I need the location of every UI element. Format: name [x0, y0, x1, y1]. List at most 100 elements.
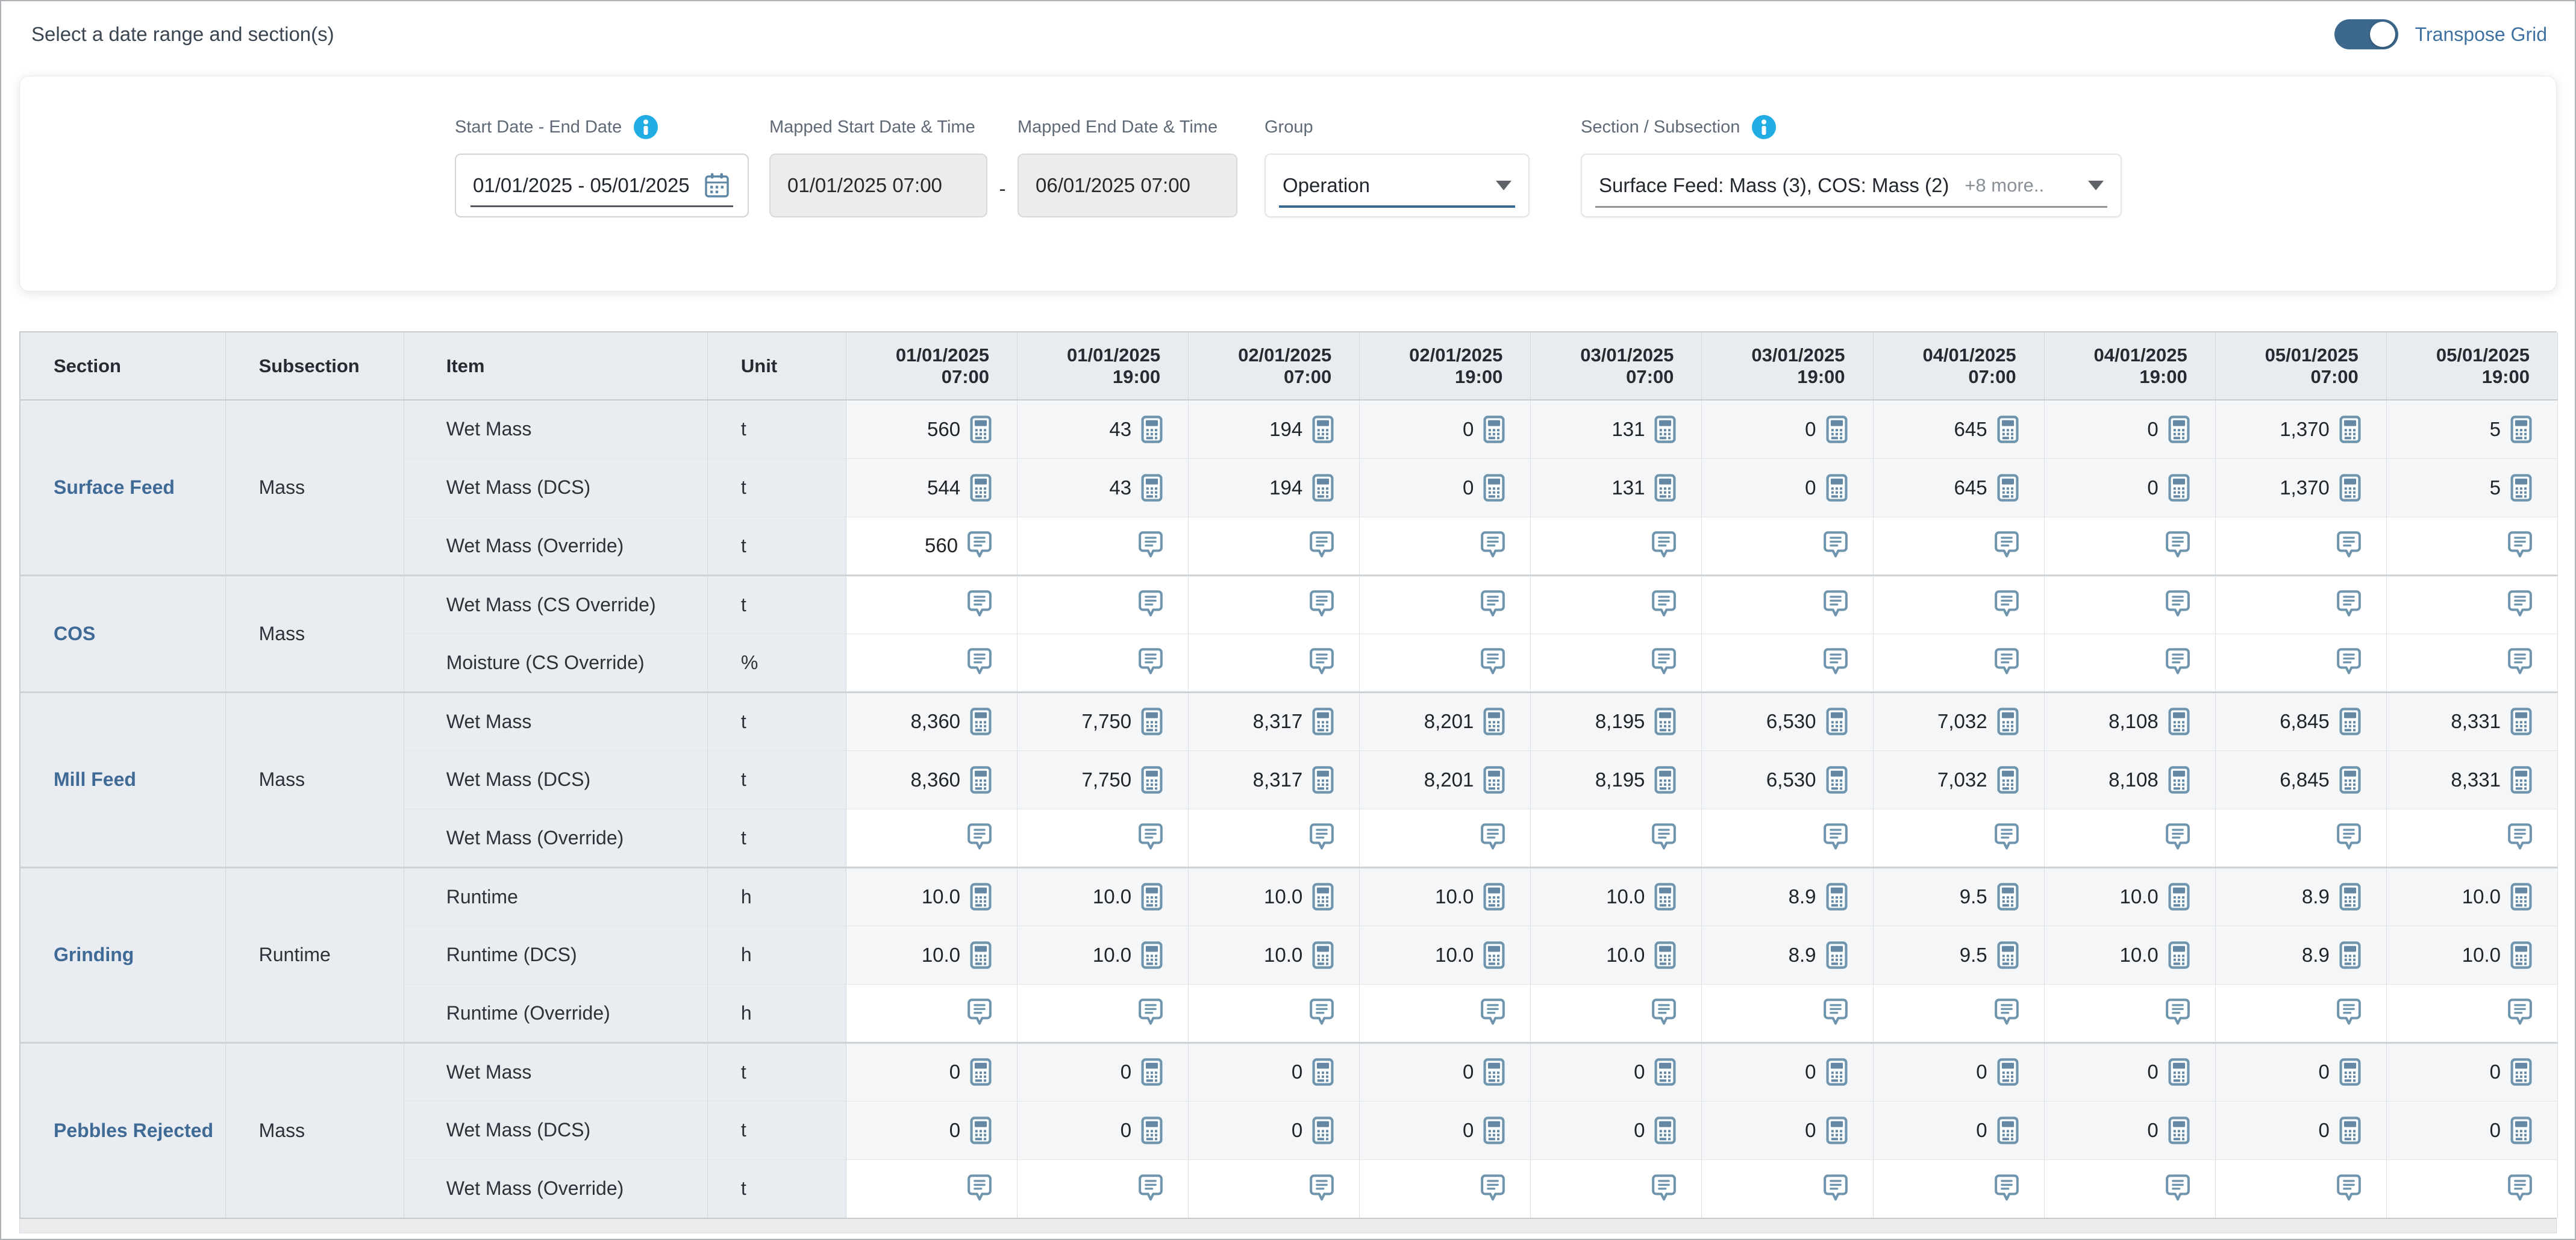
note-icon[interactable]: [1995, 999, 2019, 1027]
calculator-icon[interactable]: [2339, 766, 2361, 794]
value-cell[interactable]: 7,032: [1873, 750, 2044, 809]
calculator-icon[interactable]: [2339, 708, 2361, 735]
note-icon[interactable]: [1310, 823, 1334, 852]
calculator-icon[interactable]: [1826, 474, 1848, 502]
calculator-icon[interactable]: [1654, 708, 1676, 735]
note-icon[interactable]: [1995, 1174, 2019, 1203]
calculator-icon[interactable]: [1654, 766, 1676, 794]
calculator-icon[interactable]: [1141, 1117, 1163, 1144]
note-icon[interactable]: [968, 531, 992, 560]
value-cell[interactable]: [2044, 984, 2215, 1042]
value-cell[interactable]: 0: [2386, 1042, 2557, 1101]
value-cell[interactable]: 8,331: [2386, 750, 2557, 809]
value-cell[interactable]: 10.0: [1189, 926, 1360, 984]
calculator-icon[interactable]: [1826, 883, 1848, 911]
calculator-icon[interactable]: [2168, 941, 2190, 969]
value-cell[interactable]: 10.0: [1018, 926, 1189, 984]
value-cell[interactable]: 6,530: [1702, 692, 1873, 750]
calculator-icon[interactable]: [1997, 1117, 2019, 1144]
value-cell[interactable]: [1189, 809, 1360, 867]
calendar-icon[interactable]: [703, 172, 731, 199]
value-cell[interactable]: 0: [1189, 1042, 1360, 1101]
calculator-icon[interactable]: [970, 474, 992, 502]
value-cell[interactable]: [1873, 984, 2044, 1042]
note-icon[interactable]: [1310, 531, 1334, 560]
note-icon[interactable]: [1310, 999, 1334, 1027]
value-cell[interactable]: 0: [2044, 1042, 2215, 1101]
note-icon[interactable]: [1481, 648, 1505, 677]
info-icon[interactable]: [633, 114, 659, 140]
value-cell[interactable]: 0: [1360, 1042, 1531, 1101]
calculator-icon[interactable]: [1312, 416, 1334, 443]
calculator-icon[interactable]: [2510, 474, 2532, 502]
value-cell[interactable]: [1189, 984, 1360, 1042]
value-cell[interactable]: [1702, 984, 1873, 1042]
calculator-icon[interactable]: [1654, 474, 1676, 502]
calculator-icon[interactable]: [1997, 941, 2019, 969]
value-cell[interactable]: [1018, 809, 1189, 867]
value-cell[interactable]: 8,195: [1531, 692, 1702, 750]
note-icon[interactable]: [1310, 648, 1334, 677]
calculator-icon[interactable]: [1826, 766, 1848, 794]
calculator-icon[interactable]: [1826, 941, 1848, 969]
note-icon[interactable]: [968, 590, 992, 619]
value-cell[interactable]: 43: [1018, 458, 1189, 517]
calculator-icon[interactable]: [1826, 708, 1848, 735]
note-icon[interactable]: [1139, 648, 1163, 677]
value-cell[interactable]: [1531, 809, 1702, 867]
value-cell[interactable]: [2215, 1159, 2386, 1218]
value-cell[interactable]: [1531, 984, 1702, 1042]
value-cell[interactable]: 0: [1360, 458, 1531, 517]
note-icon[interactable]: [2337, 590, 2361, 619]
value-cell[interactable]: 0: [2044, 458, 2215, 517]
calculator-icon[interactable]: [1141, 766, 1163, 794]
calculator-icon[interactable]: [2339, 883, 2361, 911]
calculator-icon[interactable]: [1826, 1058, 1848, 1086]
value-cell[interactable]: 0: [2044, 1101, 2215, 1159]
value-cell[interactable]: 8,201: [1360, 750, 1531, 809]
calculator-icon[interactable]: [1312, 474, 1334, 502]
calculator-icon[interactable]: [2339, 1117, 2361, 1144]
value-cell[interactable]: 10.0: [846, 926, 1017, 984]
calculator-icon[interactable]: [1483, 941, 1505, 969]
value-cell[interactable]: [2386, 634, 2557, 692]
group-select[interactable]: Operation: [1265, 154, 1530, 217]
value-cell[interactable]: [2215, 809, 2386, 867]
value-cell[interactable]: 1,370: [2215, 400, 2386, 458]
calculator-icon[interactable]: [1997, 1058, 2019, 1086]
value-cell[interactable]: 9.5: [1873, 867, 2044, 926]
note-icon[interactable]: [2337, 648, 2361, 677]
note-icon[interactable]: [1481, 1174, 1505, 1203]
value-cell[interactable]: 0: [1360, 400, 1531, 458]
note-icon[interactable]: [1652, 1174, 1676, 1203]
note-icon[interactable]: [2166, 648, 2190, 677]
value-cell[interactable]: [846, 809, 1017, 867]
transpose-toggle[interactable]: [2334, 19, 2398, 49]
calculator-icon[interactable]: [1654, 883, 1676, 911]
calculator-icon[interactable]: [2510, 1117, 2532, 1144]
value-cell[interactable]: 0: [1018, 1101, 1189, 1159]
value-cell[interactable]: 194: [1189, 458, 1360, 517]
calculator-icon[interactable]: [970, 883, 992, 911]
horizontal-scrollbar[interactable]: [19, 1219, 2557, 1233]
note-icon[interactable]: [968, 823, 992, 852]
calculator-icon[interactable]: [2168, 708, 2190, 735]
note-icon[interactable]: [1481, 590, 1505, 619]
calculator-icon[interactable]: [1141, 474, 1163, 502]
value-cell[interactable]: [1360, 517, 1531, 575]
calculator-icon[interactable]: [1312, 1117, 1334, 1144]
calculator-icon[interactable]: [1312, 883, 1334, 911]
calculator-icon[interactable]: [1141, 1058, 1163, 1086]
value-cell[interactable]: [1018, 517, 1189, 575]
value-cell[interactable]: 43: [1018, 400, 1189, 458]
note-icon[interactable]: [968, 999, 992, 1027]
calculator-icon[interactable]: [1141, 708, 1163, 735]
note-icon[interactable]: [1995, 590, 2019, 619]
value-cell[interactable]: 8,360: [846, 750, 1017, 809]
calculator-icon[interactable]: [1826, 416, 1848, 443]
value-cell[interactable]: 8,108: [2044, 692, 2215, 750]
note-icon[interactable]: [1139, 999, 1163, 1027]
value-cell[interactable]: 8,317: [1189, 692, 1360, 750]
value-cell[interactable]: 10.0: [2044, 867, 2215, 926]
calculator-icon[interactable]: [1654, 941, 1676, 969]
